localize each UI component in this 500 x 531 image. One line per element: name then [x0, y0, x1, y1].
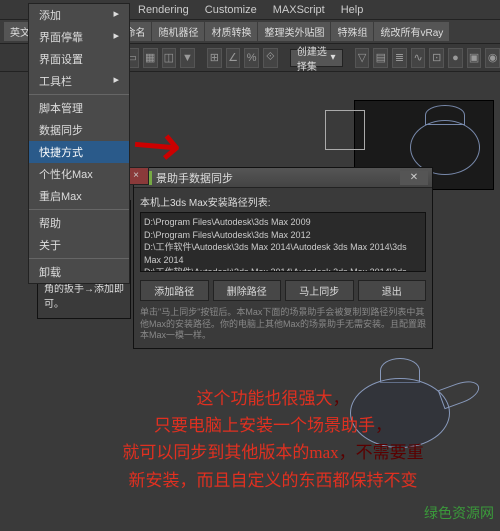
menu-item[interactable]: 添加▸: [29, 4, 129, 26]
menu-help[interactable]: Help: [333, 4, 372, 16]
sync-now-button[interactable]: 马上同步: [285, 280, 354, 301]
mirror-icon[interactable]: ▽: [355, 48, 370, 68]
select-region-icon[interactable]: ◫: [162, 48, 177, 68]
menu-item[interactable]: 重启Max: [29, 185, 129, 207]
layer-icon[interactable]: ≣: [392, 48, 407, 68]
path-list[interactable]: D:\Program Files\Autodesk\3ds Max 2009D:…: [140, 212, 426, 272]
percent-snap-icon[interactable]: %: [244, 48, 259, 68]
path-list-label: 本机上3ds Max安装路径列表:: [140, 194, 426, 209]
sync-dialog: 景助手数据同步 ✕ 本机上3ds Max安装路径列表: D:\Program F…: [133, 167, 433, 349]
tab-item[interactable]: 材质转换: [205, 22, 257, 41]
add-path-button[interactable]: 添加路径: [140, 280, 209, 301]
tab-item[interactable]: 整理类外贴图: [258, 22, 330, 41]
dialog-hint-text: 单击"马上同步"按钮后。本Max下面的场景助手会被复制到路径列表中其他Max的安…: [140, 307, 426, 342]
menu-maxscript[interactable]: MAXScript: [265, 4, 333, 16]
dialog-close-button[interactable]: ✕: [400, 171, 428, 185]
align-icon[interactable]: ▤: [373, 48, 388, 68]
selection-set-dropdown[interactable]: 创建选择集 ▾: [290, 49, 343, 67]
menu-item[interactable]: 关于: [29, 234, 129, 256]
render-icon[interactable]: ◉: [485, 48, 500, 68]
path-list-item[interactable]: D:\Program Files\Autodesk\3ds Max 2009: [144, 216, 422, 229]
context-menu: 添加▸界面停靠▸界面设置工具栏▸ 脚本管理数据同步快捷方式个性化Max重启Max 帮…: [28, 3, 130, 284]
curve-editor-icon[interactable]: ∿: [411, 48, 426, 68]
menu-item[interactable]: 卸载: [29, 261, 129, 283]
cube-wireframe: [325, 110, 365, 150]
watermark: 绿色资源网: [424, 503, 494, 523]
menu-item[interactable]: 工具栏▸: [29, 70, 129, 92]
angle-snap-icon[interactable]: ∠: [226, 48, 241, 68]
menu-item[interactable]: 快捷方式: [29, 141, 129, 163]
dialog-titlebar[interactable]: 景助手数据同步 ✕: [134, 168, 432, 188]
tab-item[interactable]: 随机器径: [152, 22, 204, 41]
path-list-item[interactable]: D:\工作软件\Autodesk\3ds Max 2014\Autodesk 3…: [144, 241, 422, 266]
menu-item[interactable]: 帮助: [29, 212, 129, 234]
menu-item[interactable]: 个性化Max: [29, 163, 129, 185]
tab-item[interactable]: 特殊组: [331, 22, 373, 41]
select-name-icon[interactable]: ▦: [143, 48, 158, 68]
exit-button[interactable]: 退出: [358, 280, 427, 301]
filter-icon[interactable]: ▼: [180, 48, 195, 68]
dialog-title: 景助手数据同步: [156, 170, 233, 186]
menu-rendering[interactable]: Rendering: [130, 4, 197, 16]
tab-item[interactable]: 统改所有vRay: [374, 22, 449, 41]
annotation-text: 这个功能也很强大， 只要电脑上安装一个场景助手， 就可以同步到其他版本的max，…: [83, 385, 463, 494]
menu-item[interactable]: 界面设置: [29, 48, 129, 70]
render-setup-icon[interactable]: ▣: [467, 48, 482, 68]
menu-item[interactable]: 数据同步: [29, 119, 129, 141]
menu-customize[interactable]: Customize: [197, 4, 265, 16]
schematic-icon[interactable]: ⊡: [429, 48, 444, 68]
material-icon[interactable]: ●: [448, 48, 463, 68]
path-list-item[interactable]: D:\工作软件\Autodesk\3ds Max 2014\Autodesk 3…: [144, 266, 422, 272]
snap-icon[interactable]: ⊞: [207, 48, 222, 68]
delete-path-button[interactable]: 删除路径: [213, 280, 282, 301]
path-list-item[interactable]: D:\Program Files\Autodesk\3ds Max 2012: [144, 229, 422, 242]
spinner-snap-icon[interactable]: ⟐: [263, 48, 278, 68]
menu-item[interactable]: 界面停靠▸: [29, 26, 129, 48]
menu-item[interactable]: 脚本管理: [29, 97, 129, 119]
